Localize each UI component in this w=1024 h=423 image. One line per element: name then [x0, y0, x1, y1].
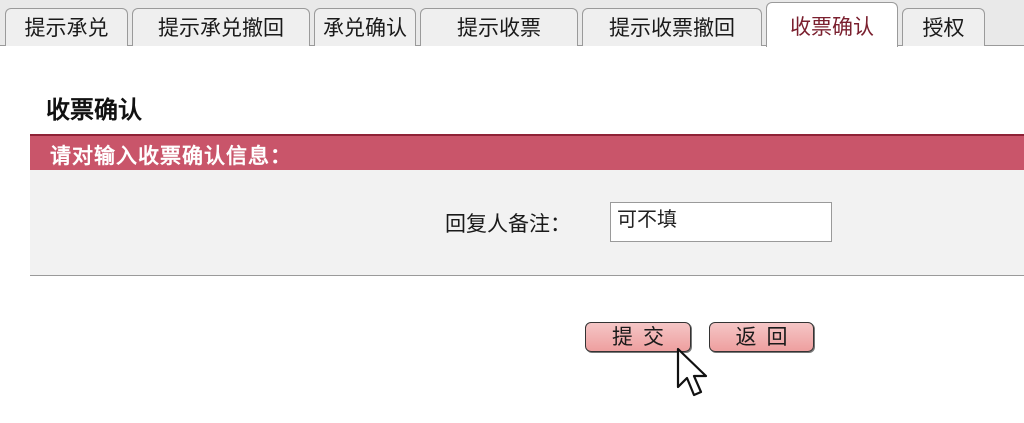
- mouse-cursor-icon: [676, 347, 708, 397]
- back-button[interactable]: 返回: [709, 322, 814, 352]
- tab-authorize[interactable]: 授权: [902, 8, 985, 46]
- remark-label: 回复人备注：: [445, 212, 571, 236]
- tab-prompt-acceptance[interactable]: 提示承兑: [5, 8, 128, 46]
- tab-receipt-confirm[interactable]: 收票确认: [766, 2, 898, 47]
- form-area: 回复人备注：: [30, 170, 1024, 276]
- tab-acceptance-confirm[interactable]: 承兑确认: [314, 8, 416, 46]
- tab-prompt-receipt[interactable]: 提示收票: [420, 8, 578, 46]
- remark-input[interactable]: [610, 202, 832, 242]
- section-header-text: 请对输入收票确认信息：: [50, 144, 292, 168]
- tab-prompt-receipt-withdraw[interactable]: 提示收票撤回: [582, 8, 762, 46]
- tab-prompt-acceptance-withdraw[interactable]: 提示承兑撤回: [132, 8, 310, 46]
- tab-bar: 提示承兑 提示承兑撤回 承兑确认 提示收票 提示收票撤回 收票确认 授权: [0, 0, 1024, 47]
- page-title: 收票确认: [46, 96, 142, 124]
- section-header-bar: 请对输入收票确认信息：: [30, 134, 1024, 170]
